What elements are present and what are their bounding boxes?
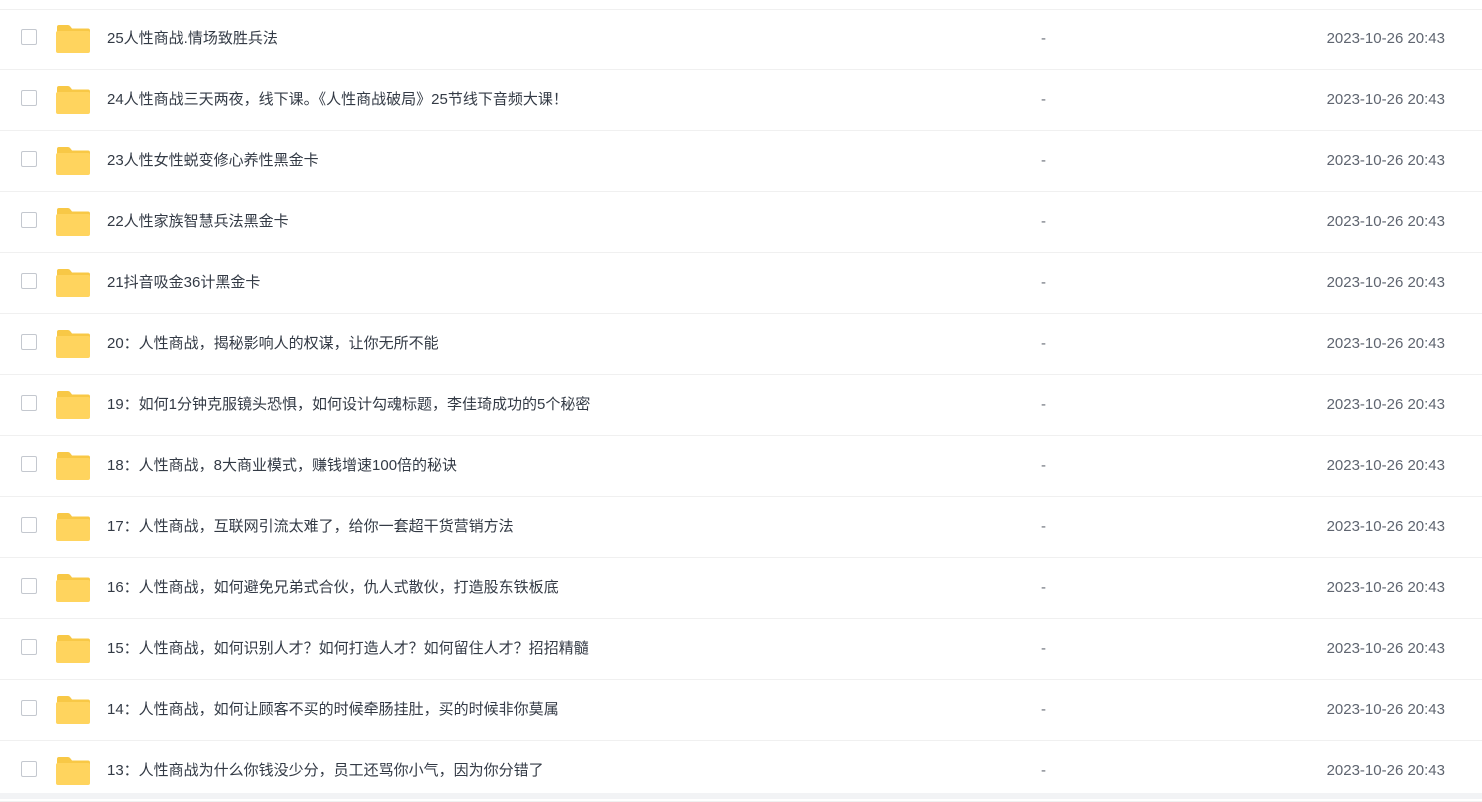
- modified-date: 2023-10-26 20:43: [1326, 762, 1445, 779]
- file-size: -: [1041, 701, 1046, 718]
- modified-date: 2023-10-26 20:43: [1326, 518, 1445, 535]
- file-name[interactable]: 21抖音吸金36计黑金卡: [107, 273, 260, 293]
- file-size: -: [1041, 213, 1046, 230]
- folder-icon: [56, 147, 90, 175]
- row-checkbox[interactable]: [21, 639, 37, 655]
- modified-date: 2023-10-26 20:43: [1326, 640, 1445, 657]
- row-checkbox[interactable]: [21, 700, 37, 716]
- file-size: -: [1041, 579, 1046, 596]
- file-size: -: [1041, 30, 1046, 47]
- folder-icon: [56, 86, 90, 114]
- row-checkbox[interactable]: [21, 90, 37, 106]
- modified-date: 2023-10-26 20:43: [1326, 457, 1445, 474]
- folder-icon: [56, 391, 90, 419]
- row-checkbox[interactable]: [21, 334, 37, 350]
- file-name[interactable]: 14：人性商战，如何让顾客不买的时候牵肠挂肚，买的时候非你莫属: [107, 700, 559, 720]
- folder-icon: [56, 25, 90, 53]
- row-checkbox[interactable]: [21, 761, 37, 777]
- modified-date: 2023-10-26 20:43: [1326, 152, 1445, 169]
- file-name[interactable]: 18：人性商战，8大商业模式，赚钱增速100倍的秘诀: [107, 456, 457, 476]
- file-row[interactable]: 14：人性商战，如何让顾客不买的时候牵肠挂肚，买的时候非你莫属 - 2023-1…: [0, 680, 1482, 741]
- file-size: -: [1041, 396, 1046, 413]
- folder-icon: [56, 757, 90, 785]
- folder-icon: [56, 513, 90, 541]
- file-size: -: [1041, 91, 1046, 108]
- row-checkbox[interactable]: [21, 578, 37, 594]
- file-name[interactable]: 25人性商战.情场致胜兵法: [107, 29, 278, 49]
- file-row[interactable]: 16：人性商战，如何避免兄弟式合伙，仇人式散伙，打造股东铁板底 - 2023-1…: [0, 558, 1482, 619]
- file-size: -: [1041, 152, 1046, 169]
- folder-icon: [56, 635, 90, 663]
- file-size: -: [1041, 274, 1046, 291]
- row-checkbox[interactable]: [21, 517, 37, 533]
- file-row[interactable]: 15：人性商战，如何识别人才？如何打造人才？如何留住人才？招招精髓 - 2023…: [0, 619, 1482, 680]
- file-name[interactable]: 23人性女性蜕变修心养性黑金卡: [107, 151, 319, 171]
- folder-icon: [56, 696, 90, 724]
- list-footer-strip: [0, 793, 1482, 799]
- row-checkbox[interactable]: [21, 151, 37, 167]
- file-name[interactable]: 20：人性商战，揭秘影响人的权谋，让你无所不能: [107, 334, 439, 354]
- file-list: 25人性商战.情场致胜兵法 - 2023-10-26 20:43 24人性商战三…: [0, 0, 1482, 802]
- file-row[interactable]: 25人性商战.情场致胜兵法 - 2023-10-26 20:43: [0, 9, 1482, 70]
- file-size: -: [1041, 762, 1046, 779]
- file-row[interactable]: 20：人性商战，揭秘影响人的权谋，让你无所不能 - 2023-10-26 20:…: [0, 314, 1482, 375]
- row-checkbox[interactable]: [21, 273, 37, 289]
- modified-date: 2023-10-26 20:43: [1326, 213, 1445, 230]
- file-name[interactable]: 13：人性商战为什么你钱没少分，员工还骂你小气，因为你分错了: [107, 761, 544, 781]
- file-size: -: [1041, 518, 1046, 535]
- file-row[interactable]: 17：人性商战，互联网引流太难了，给你一套超干货营销方法 - 2023-10-2…: [0, 497, 1482, 558]
- modified-date: 2023-10-26 20:43: [1326, 701, 1445, 718]
- folder-icon: [56, 269, 90, 297]
- file-name[interactable]: 16：人性商战，如何避免兄弟式合伙，仇人式散伙，打造股东铁板底: [107, 578, 559, 598]
- row-checkbox[interactable]: [21, 395, 37, 411]
- folder-icon: [56, 574, 90, 602]
- modified-date: 2023-10-26 20:43: [1326, 30, 1445, 47]
- modified-date: 2023-10-26 20:43: [1326, 274, 1445, 291]
- file-size: -: [1041, 640, 1046, 657]
- file-name[interactable]: 15：人性商战，如何识别人才？如何打造人才？如何留住人才？招招精髓: [107, 639, 589, 659]
- file-name[interactable]: 24人性商战三天两夜，线下课。《人性商战破局》25节线下音频大课！: [107, 90, 568, 110]
- file-size: -: [1041, 335, 1046, 352]
- file-row[interactable]: 18：人性商战，8大商业模式，赚钱增速100倍的秘诀 - 2023-10-26 …: [0, 436, 1482, 497]
- folder-icon: [56, 452, 90, 480]
- file-row[interactable]: 23人性女性蜕变修心养性黑金卡 - 2023-10-26 20:43: [0, 131, 1482, 192]
- row-checkbox[interactable]: [21, 212, 37, 228]
- file-row[interactable]: 19：如何1分钟克服镜头恐惧，如何设计勾魂标题，李佳琦成功的5个秘密 - 202…: [0, 375, 1482, 436]
- file-row[interactable]: 21抖音吸金36计黑金卡 - 2023-10-26 20:43: [0, 253, 1482, 314]
- file-name[interactable]: 22人性家族智慧兵法黑金卡: [107, 212, 289, 232]
- file-name[interactable]: 17：人性商战，互联网引流太难了，给你一套超干货营销方法: [107, 517, 514, 537]
- file-rows: 25人性商战.情场致胜兵法 - 2023-10-26 20:43 24人性商战三…: [0, 9, 1482, 802]
- modified-date: 2023-10-26 20:43: [1326, 396, 1445, 413]
- folder-icon: [56, 208, 90, 236]
- file-row[interactable]: 24人性商战三天两夜，线下课。《人性商战破局》25节线下音频大课！ - 2023…: [0, 70, 1482, 131]
- modified-date: 2023-10-26 20:43: [1326, 335, 1445, 352]
- row-checkbox[interactable]: [21, 29, 37, 45]
- folder-icon: [56, 330, 90, 358]
- file-row[interactable]: 22人性家族智慧兵法黑金卡 - 2023-10-26 20:43: [0, 192, 1482, 253]
- modified-date: 2023-10-26 20:43: [1326, 91, 1445, 108]
- modified-date: 2023-10-26 20:43: [1326, 579, 1445, 596]
- file-size: -: [1041, 457, 1046, 474]
- row-checkbox[interactable]: [21, 456, 37, 472]
- file-name[interactable]: 19：如何1分钟克服镜头恐惧，如何设计勾魂标题，李佳琦成功的5个秘密: [107, 395, 590, 415]
